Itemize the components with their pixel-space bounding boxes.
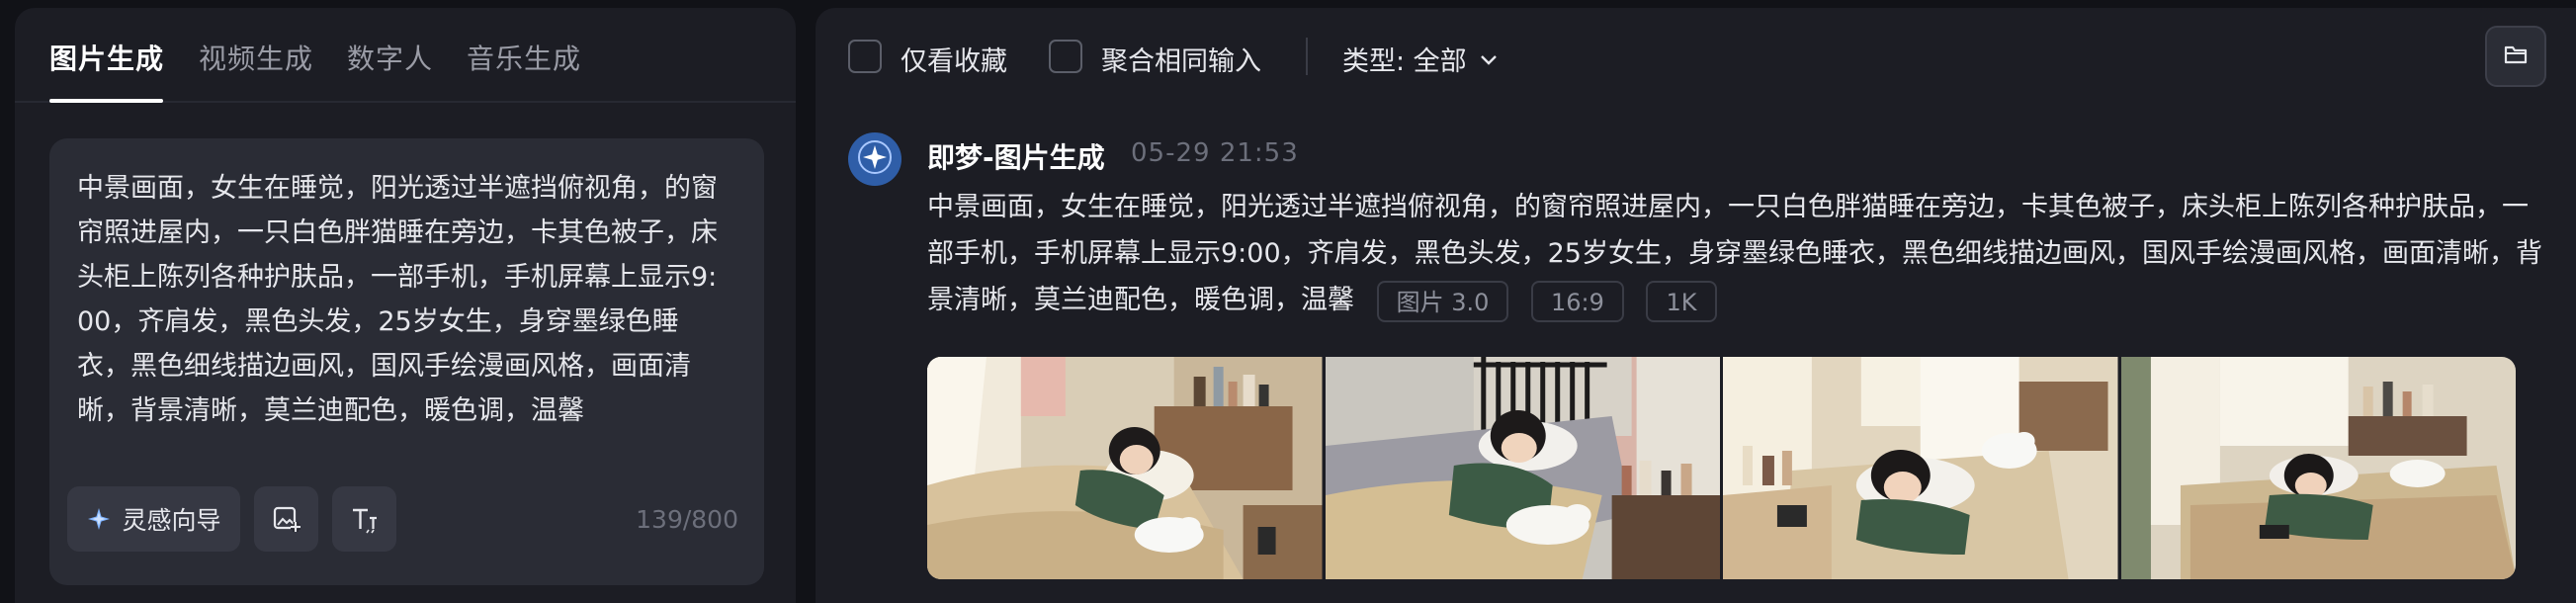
ratio-tag: 16:9 xyxy=(1530,280,1624,322)
favorites-only-checkbox[interactable] xyxy=(848,40,882,73)
generated-image-2[interactable] xyxy=(1325,357,1720,579)
character-counter: 139/800 xyxy=(636,505,738,534)
left-panel: 图片生成 视频生成 数字人 音乐生成 中景画面，女生在睡觉，阳光透过半遮挡俯视角… xyxy=(15,8,796,603)
chevron-down-icon xyxy=(1479,43,1499,74)
sparkle-icon xyxy=(86,506,112,532)
generated-image-4[interactable] xyxy=(2120,357,2516,579)
tab-music-generation[interactable]: 音乐生成 xyxy=(467,38,581,77)
generated-image-3[interactable] xyxy=(1723,357,2118,579)
generation-prompt-text: 中景画面，女生在睡觉，阳光透过半遮挡俯视角，的窗帘照进屋内，一只白色胖猫睡在旁边… xyxy=(927,192,2542,315)
star-logo-icon xyxy=(858,140,892,178)
favorites-only-label[interactable]: 仅看收藏 xyxy=(901,40,1007,78)
image-reference-button[interactable] xyxy=(254,486,318,552)
prompt-textarea[interactable]: 中景画面，女生在睡觉，阳光透过半遮挡俯视角，的窗帘照进屋内，一只白色胖猫睡在旁边… xyxy=(77,166,730,433)
folder-button[interactable] xyxy=(2485,26,2546,87)
generation-prompt: 中景画面，女生在睡觉，阳光透过半遮挡俯视角，的窗帘照进屋内，一只白色胖猫睡在旁边… xyxy=(927,184,2548,323)
tab-bar: 图片生成 视频生成 数字人 音乐生成 xyxy=(15,8,796,103)
type-filter-label: 类型: 全部 xyxy=(1342,46,1467,77)
resolution-tag: 1K xyxy=(1646,280,1717,322)
generated-image-1[interactable] xyxy=(927,357,1323,579)
prompt-input-card[interactable]: 中景画面，女生在睡觉，阳光透过半遮挡俯视角，的窗帘照进屋内，一只白色胖猫睡在旁边… xyxy=(49,138,764,585)
text-style-button[interactable] xyxy=(332,486,396,552)
generation-title: 即梦-图片生成 xyxy=(927,141,1105,174)
filter-divider xyxy=(1306,38,1308,75)
filter-bar: 仅看收藏 聚合相同输入 类型: 全部 xyxy=(816,8,2576,103)
merge-inputs-checkbox[interactable] xyxy=(1049,40,1082,73)
tab-video-generation[interactable]: 视频生成 xyxy=(199,38,313,77)
right-panel: 仅看收藏 聚合相同输入 类型: 全部 即梦-图片生成 05-29 21:53 中… xyxy=(816,8,2576,603)
text-format-icon xyxy=(350,504,380,534)
folder-icon xyxy=(2503,43,2529,70)
model-tag: 图片 3.0 xyxy=(1376,280,1509,322)
inspiration-guide-button[interactable]: 灵感向导 xyxy=(67,486,240,552)
generated-images-grid xyxy=(927,357,2516,579)
type-filter-dropdown[interactable]: 类型: 全部 xyxy=(1342,40,1499,78)
tab-digital-human[interactable]: 数字人 xyxy=(347,38,433,77)
inspiration-guide-label: 灵感向导 xyxy=(122,506,221,535)
tab-image-generation[interactable]: 图片生成 xyxy=(49,38,164,77)
add-image-icon xyxy=(272,504,301,534)
dreamina-avatar xyxy=(848,132,902,186)
active-tab-indicator xyxy=(49,99,163,103)
generation-timestamp: 05-29 21:53 xyxy=(1131,138,1299,168)
merge-inputs-label[interactable]: 聚合相同输入 xyxy=(1101,40,1261,78)
